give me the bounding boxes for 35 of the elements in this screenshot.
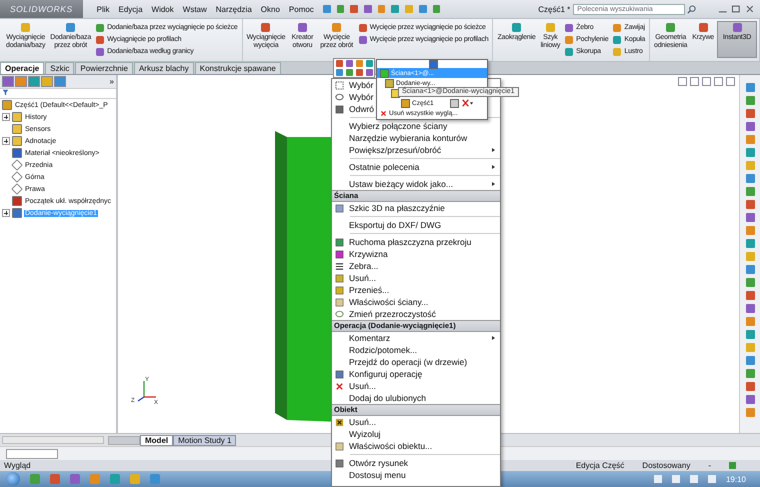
clock: 19:10 bbox=[726, 474, 746, 484]
menu-label: Ostatnie polecenia bbox=[349, 162, 420, 172]
menu-label: Szkic 3D na płaszczyźnie bbox=[349, 203, 445, 213]
menu-label: Przejdź do operacji (w drzewie) bbox=[349, 357, 468, 367]
menu-label: Właściwości obiektu... bbox=[349, 441, 432, 451]
status-text: Edycja Część bbox=[576, 461, 624, 470]
menu-label: Dodaj do ulubionych bbox=[349, 393, 426, 403]
app-logo: SOLIDWORKS bbox=[0, 0, 83, 18]
menu-label: Zmień przezroczystość bbox=[349, 309, 436, 319]
menu-label: Usuń... bbox=[349, 273, 376, 283]
menu-label: Przenieś... bbox=[349, 285, 390, 295]
menu-label: Komentarz bbox=[349, 333, 390, 343]
window-title: Część1 * bbox=[538, 4, 570, 14]
menu-label: Narzędzie wybierania konturów bbox=[349, 133, 468, 143]
menu-label: Ruchoma płaszczyzna przekroju bbox=[349, 237, 472, 247]
status-text: Dostosowany bbox=[642, 461, 690, 470]
menu-label: Wybór bbox=[349, 80, 374, 90]
menu-label: Wybór bbox=[349, 92, 374, 102]
menu-label: Krzywizna bbox=[349, 249, 388, 259]
menu-label: Eksportuj do DXF/ DWG bbox=[349, 220, 442, 230]
menu-label: Powiększ/przesuń/obróć bbox=[349, 145, 442, 155]
menu-label: Właściwości ściany... bbox=[349, 297, 428, 307]
menu-label: Zebra... bbox=[349, 261, 378, 271]
menu-label: Konfiguruj operację bbox=[349, 369, 422, 379]
menu-label: Dostosuj menu bbox=[349, 470, 406, 480]
menu-label: Usuń... bbox=[349, 381, 376, 391]
status-text: - bbox=[708, 461, 711, 470]
menu-label: Wyizoluj bbox=[349, 429, 381, 439]
status-text: Wygląd bbox=[4, 461, 31, 470]
menu-label: Wybierz połączone ściany bbox=[349, 121, 448, 131]
menu-label: Usuń... bbox=[349, 417, 376, 427]
menu-label: Rodzic/potomek... bbox=[349, 345, 418, 355]
menu-label: Ustaw bieżący widok jako... bbox=[349, 179, 453, 189]
menu-label: Otwórz rysunek bbox=[349, 458, 408, 468]
menu-label: Odwró bbox=[349, 104, 374, 114]
